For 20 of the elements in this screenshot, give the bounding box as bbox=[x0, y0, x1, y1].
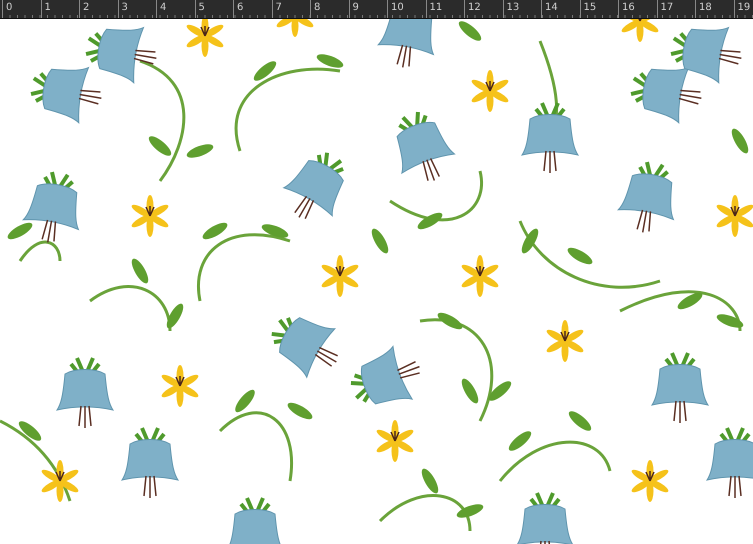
ruler-number: 13 bbox=[506, 1, 520, 14]
ruler-number: 2 bbox=[82, 1, 90, 14]
ruler-number: 15 bbox=[582, 1, 596, 14]
ruler-number: 14 bbox=[544, 1, 558, 14]
ruler-number: 16 bbox=[621, 1, 635, 14]
ruler-number: 6 bbox=[236, 1, 244, 14]
ruler-number: 19 bbox=[736, 1, 750, 14]
ruler-number: 11 bbox=[428, 1, 442, 14]
ruler-number: 18 bbox=[698, 1, 712, 14]
ruler-number: 12 bbox=[467, 1, 481, 14]
ruler-number: 4 bbox=[159, 1, 166, 14]
ruler-number: 17 bbox=[660, 1, 674, 14]
ruler-number: 0 bbox=[5, 1, 12, 14]
ruler-number: 5 bbox=[198, 1, 205, 14]
ruler-number: 8 bbox=[313, 1, 320, 14]
ruler-number: 7 bbox=[274, 1, 282, 14]
ruler-number: 3 bbox=[120, 1, 128, 14]
ruler-number: 1 bbox=[44, 1, 51, 14]
ruler-number: 10 bbox=[390, 1, 404, 14]
ruler-number: 9 bbox=[352, 1, 359, 14]
